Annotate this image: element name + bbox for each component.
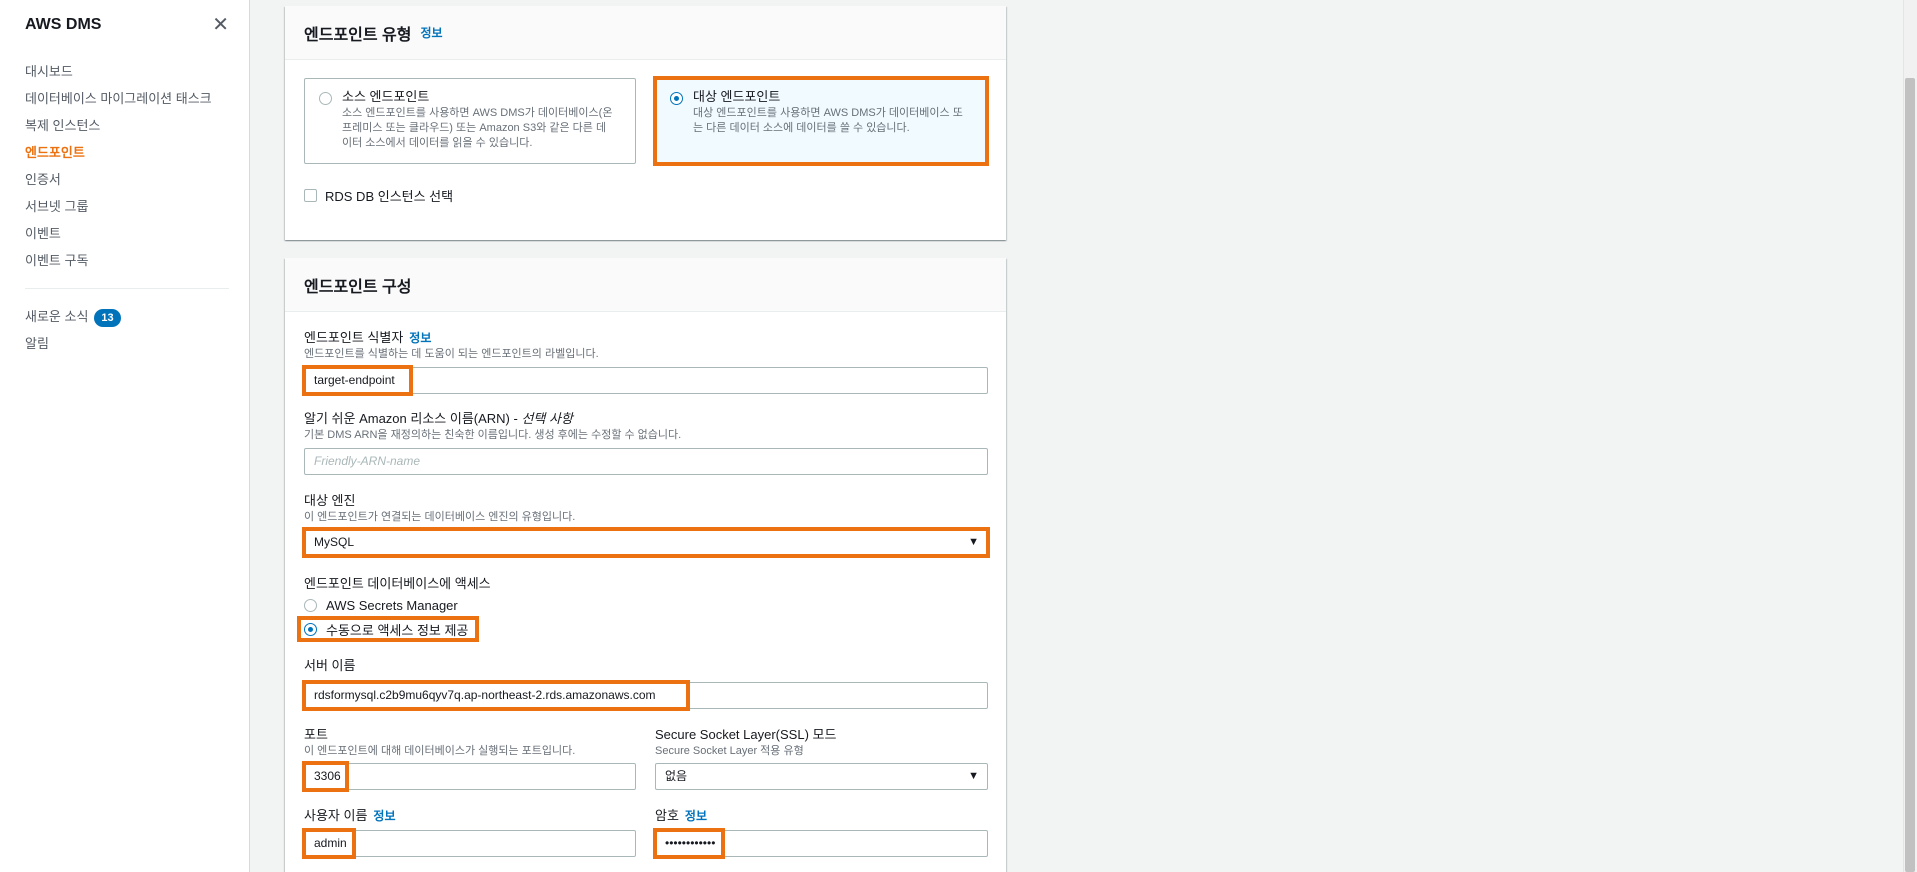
source-endpoint-desc: 소스 엔드포인트를 사용하면 AWS DMS가 데이터베이스(온 프레미스 또는…	[342, 106, 612, 151]
target-endpoint-desc-line: 대상 엔드포인트를 사용하면 AWS DMS가 데이터베이스 또	[693, 107, 963, 119]
rds-instance-checkbox-row[interactable]: RDS DB 인스턴스 선택	[304, 186, 453, 205]
port-label: 포트	[304, 727, 328, 742]
db-access-field: 엔드포인트 데이터베이스에 액세스	[304, 576, 491, 592]
access-manual-option[interactable]: 수동으로 액세스 정보 제공	[304, 620, 468, 639]
sidebar-item-events[interactable]: 이벤트	[0, 220, 249, 247]
scrollbar-thumb[interactable]	[1905, 78, 1915, 872]
rds-instance-label: RDS DB 인스턴스 선택	[325, 189, 454, 204]
username-info-link[interactable]: 정보	[373, 809, 395, 823]
target-engine-desc: 이 엔드포인트가 연결되는 데이터베이스 엔진의 유형입니다.	[304, 511, 576, 523]
ssl-mode-value: 없음	[665, 769, 688, 783]
endpoint-type-title: 엔드포인트 유형	[304, 26, 412, 44]
friendly-arn-desc: 기본 DMS ARN을 재정의하는 친숙한 이름입니다. 생성 후에는 수정할 …	[304, 429, 682, 441]
source-endpoint-title: 소스 엔드포인트	[342, 89, 430, 104]
source-endpoint-radio[interactable]	[319, 92, 332, 105]
sidebar-divider	[25, 288, 229, 289]
username-label-row: 사용자 이름 정보	[304, 808, 396, 824]
ssl-mode-field: Secure Socket Layer(SSL) 모드 Secure Socke…	[655, 727, 836, 758]
endpoint-identifier-label: 엔드포인트 식별자	[304, 330, 404, 345]
endpoint-identifier-label-row: 엔드포인트 식별자 정보	[304, 330, 599, 346]
password-info-link[interactable]: 정보	[685, 809, 707, 823]
sidebar-nav: 대시보드 데이터베이스 마이그레이션 태스크 복제 인스턴스 엔드포인트 인증서…	[0, 50, 249, 274]
page-scrollbar[interactable]	[1903, 0, 1917, 872]
sidebar-item-replication-instances[interactable]: 복제 인스턴스	[0, 112, 249, 139]
target-engine-label: 대상 엔진	[304, 493, 356, 508]
port-field: 포트 이 엔드포인트에 대해 데이터베이스가 실행되는 포트입니다.	[304, 727, 575, 758]
target-engine-select[interactable]: MySQL ▼	[304, 529, 988, 556]
target-engine-value: MySQL	[314, 535, 355, 549]
access-secrets-manager-label: AWS Secrets Manager	[326, 598, 458, 613]
friendly-arn-label-row: 알기 쉬운 Amazon 리소스 이름(ARN) - 선택 사항	[304, 411, 681, 427]
source-endpoint-desc-line: 이터 소스에서 데이터를 읽을 수 있습니다.	[342, 137, 533, 149]
port-desc: 이 엔드포인트에 대해 데이터베이스가 실행되는 포트입니다.	[304, 745, 576, 757]
server-name-label: 서버 이름	[304, 658, 356, 673]
whats-new-badge: 13	[94, 308, 121, 327]
ssl-mode-desc: Secure Socket Layer 적용 유형	[655, 745, 804, 757]
sidebar-item-dashboard[interactable]: 대시보드	[0, 58, 249, 85]
sidebar-header: AWS DMS ✕	[0, 0, 249, 50]
target-endpoint-radio[interactable]	[670, 92, 683, 105]
access-secrets-manager-option[interactable]: AWS Secrets Manager	[304, 598, 458, 613]
caret-down-icon: ▼	[968, 536, 979, 548]
db-access-label: 엔드포인트 데이터베이스에 액세스	[304, 576, 491, 591]
access-manual-radio[interactable]	[304, 623, 317, 636]
password-field: 암호 정보	[655, 808, 707, 824]
username-input[interactable]: admin	[304, 830, 636, 857]
target-endpoint-desc: 대상 엔드포인트를 사용하면 AWS DMS가 데이터베이스 또 는 다른 데이…	[693, 106, 963, 136]
sidebar: AWS DMS ✕ 대시보드 데이터베이스 마이그레이션 태스크 복제 인스턴스…	[0, 0, 250, 872]
friendly-arn-optional: 선택 사항	[521, 411, 573, 426]
sidebar-title: AWS DMS	[25, 16, 102, 33]
endpoint-type-panel: 엔드포인트 유형 정보 소스 엔드포인트 소스 엔드포인트를 사용하면 AWS …	[285, 6, 1006, 240]
ssl-mode-select[interactable]: 없음 ▼	[655, 763, 988, 790]
endpoint-identifier-input[interactable]: target-endpoint	[304, 367, 988, 394]
username-field: 사용자 이름 정보	[304, 808, 396, 824]
sidebar-item-notifications[interactable]: 알림	[0, 330, 249, 357]
sidebar-item-whats-new[interactable]: 새로운 소식 13	[0, 303, 249, 330]
ssl-mode-label: Secure Socket Layer(SSL) 모드	[655, 727, 837, 742]
password-label: 암호	[655, 808, 679, 823]
whats-new-label: 새로운 소식	[25, 309, 89, 324]
endpoint-type-header: 엔드포인트 유형 정보	[285, 6, 1006, 60]
server-name-input[interactable]: rdsformysql.c2b9mu6qyv7q.ap-northeast-2.…	[304, 682, 988, 709]
endpoint-config-title: 엔드포인트 구성	[304, 278, 412, 296]
sidebar-item-event-subscriptions[interactable]: 이벤트 구독	[0, 247, 249, 274]
access-secrets-manager-radio[interactable]	[304, 599, 317, 612]
username-label: 사용자 이름	[304, 808, 368, 823]
server-name-field: 서버 이름	[304, 658, 355, 674]
sidebar-item-subnet-groups[interactable]: 서브넷 그룹	[0, 193, 249, 220]
source-endpoint-desc-line: 소스 엔드포인트를 사용하면 AWS DMS가 데이터베이스(온	[342, 107, 613, 119]
close-icon[interactable]: ✕	[212, 15, 229, 35]
caret-down-icon: ▼	[968, 770, 979, 782]
target-endpoint-title: 대상 엔드포인트	[693, 89, 781, 104]
target-endpoint-tile[interactable]: 대상 엔드포인트 대상 엔드포인트를 사용하면 AWS DMS가 데이터베이스 …	[655, 78, 987, 164]
friendly-arn-input[interactable]: Friendly-ARN-name	[304, 448, 988, 475]
endpoint-type-info-link[interactable]: 정보	[421, 24, 443, 41]
rds-instance-checkbox[interactable]	[304, 189, 317, 202]
access-manual-label: 수동으로 액세스 정보 제공	[326, 623, 469, 638]
endpoint-identifier-field: 엔드포인트 식별자 정보 엔드포인트를 식별하는 데 도움이 되는 엔드포인트의 …	[304, 330, 599, 361]
friendly-arn-field: 알기 쉬운 Amazon 리소스 이름(ARN) - 선택 사항 기본 DMS …	[304, 411, 681, 442]
sidebar-item-migration-tasks[interactable]: 데이터베이스 마이그레이션 태스크	[0, 85, 249, 112]
endpoint-config-panel: 엔드포인트 구성 엔드포인트 식별자 정보 엔드포인트를 식별하는 데 도움이 되…	[285, 258, 1006, 872]
endpoint-identifier-info-link[interactable]: 정보	[409, 331, 431, 345]
friendly-arn-label: 알기 쉬운 Amazon 리소스 이름(ARN) -	[304, 411, 522, 426]
password-label-row: 암호 정보	[655, 808, 707, 824]
port-input[interactable]: 3306	[304, 763, 636, 790]
endpoint-config-header: 엔드포인트 구성	[285, 258, 1006, 312]
password-input[interactable]: ••••••••••••	[655, 830, 988, 857]
sidebar-item-endpoints[interactable]: 엔드포인트	[0, 139, 249, 166]
source-endpoint-tile[interactable]: 소스 엔드포인트 소스 엔드포인트를 사용하면 AWS DMS가 데이터베이스(…	[304, 78, 636, 164]
sidebar-item-certificates[interactable]: 인증서	[0, 166, 249, 193]
target-engine-field: 대상 엔진 이 엔드포인트가 연결되는 데이터베이스 엔진의 유형입니다.	[304, 493, 575, 524]
target-endpoint-desc-line: 는 다른 데이터 소스에 데이터를 쓸 수 있습니다.	[693, 122, 910, 134]
source-endpoint-desc-line: 프레미스 또는 클라우드) 또는 Amazon S3와 같은 다른 데	[342, 122, 607, 134]
endpoint-identifier-desc: 엔드포인트를 식별하는 데 도움이 되는 엔드포인트의 라벨입니다.	[304, 348, 599, 360]
